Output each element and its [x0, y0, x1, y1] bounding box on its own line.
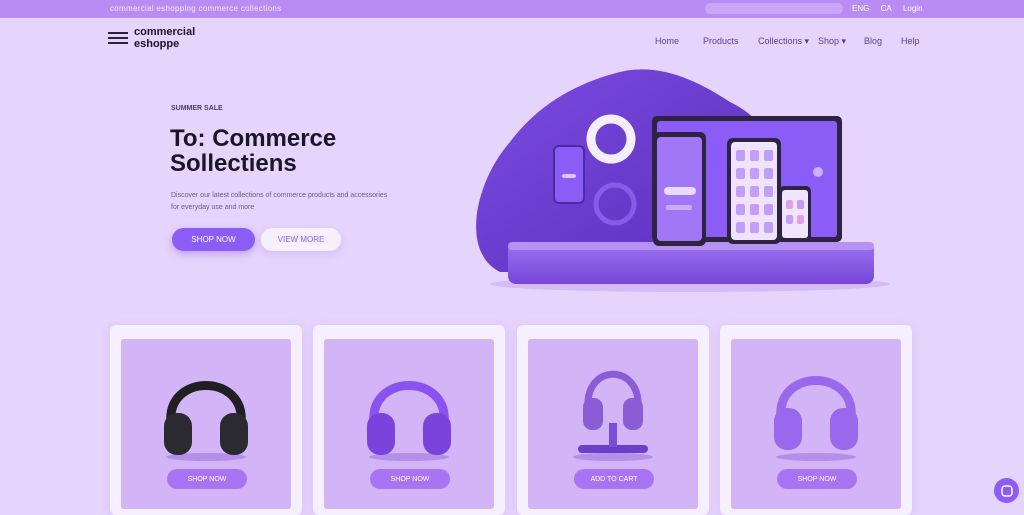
nav-collections[interactable]: Collections ▾	[758, 36, 809, 47]
promo-text: commercial eshopping commerce collection…	[110, 4, 282, 13]
top-links: ENG CA Login	[852, 4, 932, 13]
product-image-area: ADD TO CART	[528, 339, 698, 509]
product-image-area: SHOP NOW	[121, 339, 291, 509]
chat-button[interactable]	[994, 478, 1019, 503]
headphones-icon	[774, 376, 858, 461]
headphone-stand-icon	[573, 370, 653, 461]
logo-line-1: commercial	[134, 26, 196, 38]
logo-line-2: eshoppe	[134, 38, 180, 50]
hero-title: To: Commerce Sollectiens	[170, 125, 337, 177]
shop-now-button[interactable]: SHOP NOW	[370, 469, 450, 489]
product-card[interactable]: SHOP NOW	[313, 325, 505, 515]
hero-eyebrow: SUMMER SALE	[171, 105, 223, 112]
product-card[interactable]: ADD TO CART	[517, 325, 709, 515]
currency-link[interactable]: CA	[881, 4, 892, 13]
hero-illustration	[476, 69, 890, 292]
login-link[interactable]: Login	[903, 4, 923, 13]
shop-now-button[interactable]: SHOP NOW	[167, 469, 247, 489]
nav-products[interactable]: Products	[703, 36, 739, 46]
hamburger-menu-icon[interactable]	[108, 32, 128, 46]
chat-icon	[1000, 484, 1013, 497]
language-link[interactable]: ENG	[852, 4, 869, 13]
view-more-button[interactable]: VIEW MORE	[261, 228, 341, 251]
product-image-area: SHOP NOW	[731, 339, 901, 509]
product-card[interactable]: SHOP NOW	[720, 325, 912, 515]
search-input[interactable]	[705, 3, 843, 14]
nav-blog[interactable]: Blog	[864, 36, 882, 46]
top-bar: commercial eshopping commerce collection…	[0, 0, 1024, 18]
headphones-icon	[367, 381, 451, 461]
headphones-icon	[164, 381, 248, 461]
hero-description: Discover our latest collections of comme…	[171, 192, 388, 211]
add-to-cart-button[interactable]: ADD TO CART	[574, 469, 654, 489]
nav-shop[interactable]: Shop ▾	[818, 36, 846, 47]
shop-now-button[interactable]: SHOP NOW	[777, 469, 857, 489]
shop-now-button[interactable]: SHOP NOW	[172, 228, 255, 251]
nav-help[interactable]: Help	[901, 36, 920, 46]
product-image-area: SHOP NOW	[324, 339, 494, 509]
logo[interactable]: commercial eshoppe	[134, 26, 195, 50]
product-card[interactable]: SHOP NOW	[110, 325, 302, 515]
nav-home[interactable]: Home	[655, 36, 679, 46]
